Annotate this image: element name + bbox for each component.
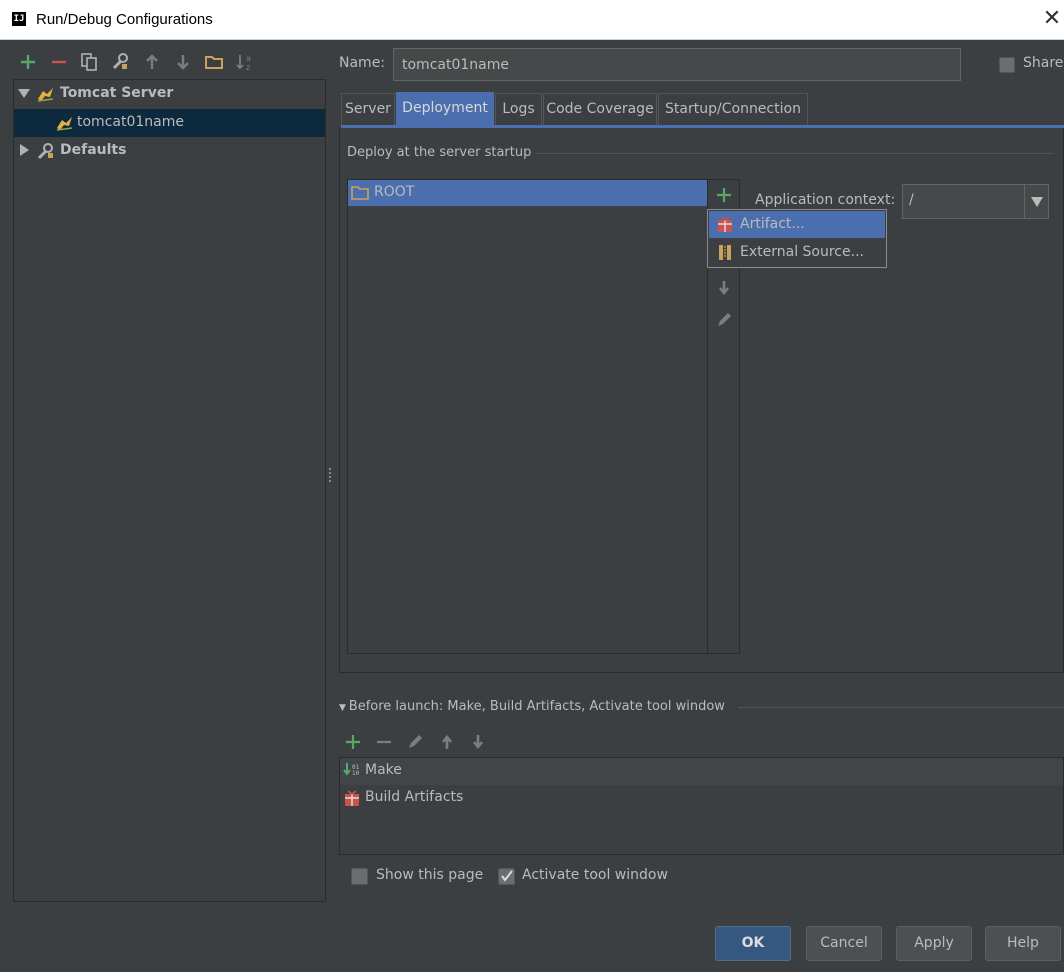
tomcat-icon [56, 117, 73, 131]
tree-item-label: Tomcat Server [60, 85, 174, 101]
share-checkbox[interactable] [999, 57, 1015, 73]
folder-icon[interactable] [202, 50, 226, 74]
help-button[interactable]: Help [985, 926, 1061, 961]
artifact-icon [718, 216, 732, 232]
remove-icon[interactable] [47, 50, 71, 74]
ok-button[interactable]: OK [715, 926, 791, 961]
show-this-page-checkbox[interactable] [351, 868, 368, 885]
remove-icon[interactable] [372, 730, 396, 754]
wrench-icon[interactable] [108, 50, 132, 74]
apply-button[interactable]: Apply [896, 926, 972, 961]
collapse-arrow-icon: ▼ [339, 703, 349, 713]
add-deployment-popup: Artifact... External Source... [707, 209, 887, 268]
menu-item-artifact[interactable]: Artifact... [709, 211, 885, 238]
wrench-icon [37, 143, 53, 160]
application-context-combo[interactable]: / [902, 184, 1049, 219]
tab-deployment[interactable]: Deployment [396, 92, 494, 125]
tomcat-icon [37, 88, 54, 102]
menu-item-label: Artifact... [740, 216, 805, 232]
tree-item-label: tomcat01name [77, 114, 184, 130]
folder-icon [351, 186, 369, 200]
activate-tool-window-checkbox[interactable] [498, 868, 515, 885]
application-context-label: Application context: [755, 192, 896, 208]
menu-item-label: External Source... [740, 244, 864, 260]
move-down-icon[interactable] [171, 50, 195, 74]
tree-item-tomcat01name[interactable]: tomcat01name [14, 109, 325, 137]
title-bar: IJ Run/Debug Configurations ✕ [0, 0, 1064, 40]
make-icon: 0110 [343, 763, 360, 777]
expanded-arrow-icon[interactable] [17, 86, 31, 100]
svg-text:z: z [246, 63, 250, 72]
add-icon[interactable] [712, 183, 736, 207]
before-launch-item-label: Make [365, 762, 402, 778]
deploy-list[interactable]: ROOT [347, 179, 708, 654]
edit-pencil-icon[interactable] [403, 730, 427, 754]
tab-server[interactable]: Server [341, 93, 395, 125]
tab-code-coverage[interactable]: Code Coverage [543, 93, 657, 125]
configuration-tree: Tomcat Server tomcat01name Defaults [13, 79, 326, 902]
list-item[interactable]: Build Artifacts [340, 785, 1063, 812]
close-icon[interactable]: ✕ [1040, 8, 1064, 32]
splitter-handle[interactable] [328, 466, 332, 486]
before-launch-header[interactable]: ▼ Before launch: Make, Build Artifacts, … [339, 699, 725, 714]
move-down-icon[interactable] [712, 276, 736, 300]
add-icon[interactable] [341, 730, 365, 754]
application-context-value: / [909, 192, 914, 208]
dropdown-button[interactable] [1024, 185, 1048, 218]
tree-item-label: Defaults [60, 142, 127, 158]
checkmark-icon [501, 870, 513, 882]
archive-icon [719, 245, 731, 260]
tree-item-defaults[interactable]: Defaults [14, 137, 325, 165]
artifact-icon [345, 790, 359, 806]
show-this-page-label: Show this page [376, 867, 484, 883]
before-launch-list[interactable]: 01 10 Make Build Artifacts [339, 757, 1064, 855]
section-separator [738, 707, 1064, 708]
move-down-icon[interactable] [466, 730, 490, 754]
move-up-icon[interactable] [435, 730, 459, 754]
window-title: Run/Debug Configurations [36, 11, 213, 28]
sort-alphabetically-icon[interactable]: az [233, 50, 257, 74]
collapsed-arrow-icon[interactable] [17, 143, 31, 157]
deploy-section-title: Deploy at the server startup [347, 145, 532, 160]
move-up-icon[interactable] [140, 50, 164, 74]
tab-startup-connection[interactable]: Startup/Connection [658, 93, 808, 125]
cancel-button[interactable]: Cancel [806, 926, 882, 961]
svg-text:10: 10 [352, 770, 360, 777]
deploy-item-label: ROOT [374, 184, 415, 200]
list-item[interactable]: 01 10 Make [340, 758, 1063, 785]
svg-text:a: a [246, 54, 251, 63]
tree-item-tomcat-server[interactable]: Tomcat Server [14, 80, 325, 108]
copy-icon[interactable] [77, 50, 101, 74]
name-field[interactable] [393, 48, 961, 81]
add-icon[interactable] [16, 50, 40, 74]
activate-tool-window-label: Activate tool window [522, 867, 668, 883]
chevron-down-icon [1031, 197, 1043, 207]
edit-pencil-icon[interactable] [712, 308, 736, 332]
share-label: Share [1023, 55, 1064, 71]
list-item[interactable]: ROOT [348, 180, 707, 206]
menu-item-external-source[interactable]: External Source... [709, 239, 885, 266]
name-label: Name: [339, 55, 386, 71]
before-launch-item-label: Build Artifacts [365, 789, 464, 805]
tab-logs[interactable]: Logs [495, 93, 542, 125]
section-separator [536, 153, 1053, 154]
intellij-app-icon: IJ [12, 12, 26, 26]
